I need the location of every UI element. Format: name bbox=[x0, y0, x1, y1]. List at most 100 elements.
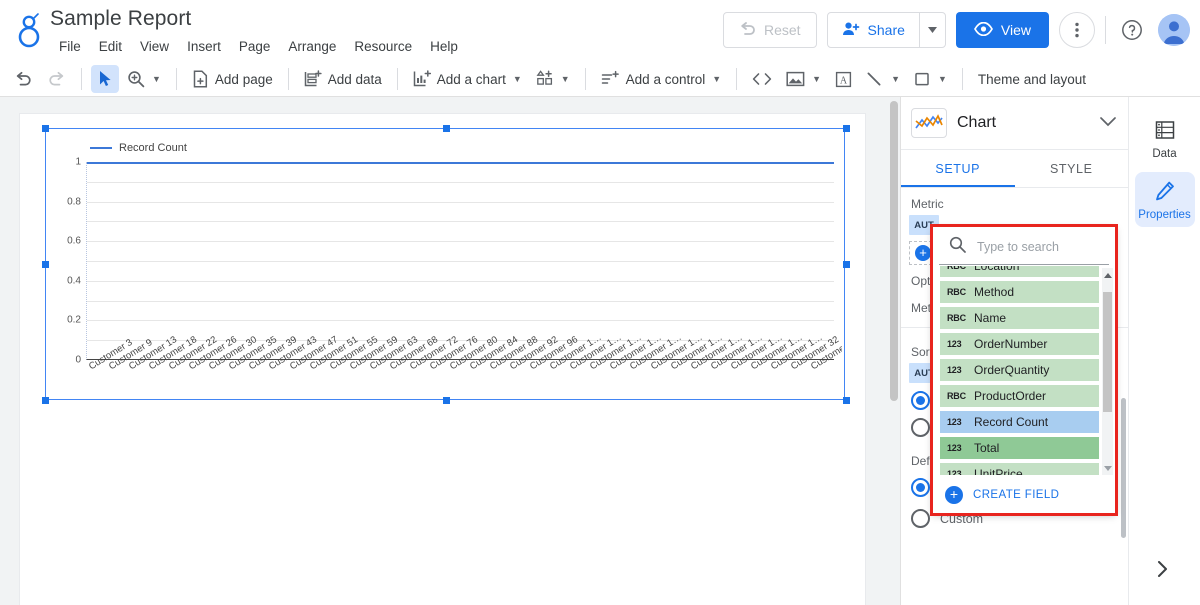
canvas-vertical-scrollbar[interactable] bbox=[888, 97, 900, 605]
add-chart-caret-icon[interactable]: ▼ bbox=[513, 74, 522, 84]
chevron-right-icon[interactable] bbox=[1157, 561, 1168, 581]
add-data-label: Add data bbox=[327, 71, 382, 87]
help-button[interactable] bbox=[1116, 14, 1148, 46]
tab-style[interactable]: STYLE bbox=[1015, 150, 1129, 187]
menu-resource[interactable]: Resource bbox=[347, 36, 419, 58]
community-viz-caret-icon[interactable]: ▼ bbox=[561, 74, 570, 84]
sort-radio-on-icon[interactable] bbox=[911, 391, 930, 410]
image-caret-icon[interactable]: ▼ bbox=[812, 74, 821, 84]
resize-handle-ne[interactable] bbox=[843, 125, 850, 132]
reset-button[interactable]: Reset bbox=[722, 12, 817, 48]
chart-series-record-count bbox=[87, 162, 834, 164]
view-button[interactable]: View bbox=[955, 12, 1049, 48]
sort-radio-off-icon[interactable] bbox=[911, 418, 930, 437]
header-divider bbox=[1105, 16, 1106, 44]
add-data-button[interactable]: Add data bbox=[298, 65, 388, 93]
resize-handle-w[interactable] bbox=[42, 261, 49, 268]
share-dropdown-caret[interactable] bbox=[918, 13, 945, 47]
zoom-tool-button[interactable]: ▼ bbox=[121, 65, 167, 93]
pencil-icon bbox=[1154, 180, 1176, 205]
add-control-caret-icon[interactable]: ▼ bbox=[712, 74, 721, 84]
select-tool-button[interactable] bbox=[91, 65, 119, 93]
svg-text:A: A bbox=[840, 75, 848, 86]
help-circle-icon bbox=[1122, 20, 1142, 40]
looker-studio-logo-icon[interactable] bbox=[12, 10, 46, 50]
rail-label-properties: Properties bbox=[1138, 209, 1191, 221]
rail-item-data[interactable]: Data bbox=[1135, 111, 1195, 166]
eye-icon bbox=[973, 21, 993, 39]
date-auto-radio-icon[interactable] bbox=[911, 478, 930, 497]
toolbar: ▼ Add page Add data Add a chart ▼ ▼ Add … bbox=[0, 62, 1200, 97]
add-chart-button[interactable]: Add a chart ▼ bbox=[407, 65, 528, 93]
panel-header: Chart bbox=[901, 97, 1128, 150]
tab-setup[interactable]: SETUP bbox=[901, 150, 1015, 187]
undo-arrow-icon bbox=[739, 21, 757, 39]
add-control-label: Add a control bbox=[625, 71, 706, 87]
menu-help[interactable]: Help bbox=[423, 36, 465, 58]
magnify-icon bbox=[128, 71, 145, 88]
menu-view[interactable]: View bbox=[133, 36, 176, 58]
share-button[interactable]: Share bbox=[826, 12, 946, 48]
redo-button[interactable] bbox=[41, 65, 72, 93]
add-line-button[interactable]: ▼ bbox=[860, 65, 906, 93]
zoom-caret-icon[interactable]: ▼ bbox=[152, 74, 161, 84]
app-header: Sample Report File Edit View Insert Page… bbox=[0, 0, 1200, 62]
add-data-icon bbox=[304, 70, 322, 87]
add-image-button[interactable]: ▼ bbox=[780, 65, 827, 93]
rail-item-properties[interactable]: Properties bbox=[1134, 172, 1195, 227]
chevron-down-icon[interactable] bbox=[1100, 114, 1116, 132]
line-caret-icon[interactable]: ▼ bbox=[891, 74, 900, 84]
undo-button[interactable] bbox=[8, 65, 39, 93]
menu-arrange[interactable]: Arrange bbox=[281, 36, 343, 58]
add-page-icon bbox=[193, 70, 207, 88]
resize-handle-sw[interactable] bbox=[42, 397, 49, 404]
menu-insert[interactable]: Insert bbox=[180, 36, 228, 58]
add-chart-icon bbox=[413, 70, 431, 87]
add-page-button[interactable]: Add page bbox=[186, 65, 279, 93]
date-custom-radio-icon[interactable] bbox=[911, 509, 930, 528]
resize-handle-e[interactable] bbox=[843, 261, 850, 268]
metric-section-label: Metric bbox=[911, 197, 944, 211]
report-title[interactable]: Sample Report bbox=[50, 5, 191, 33]
redo-icon bbox=[49, 71, 64, 85]
line-chart-icon[interactable] bbox=[911, 108, 947, 138]
canvas-scrollbar-thumb[interactable] bbox=[890, 101, 898, 401]
chart-plot-area: 1 0.8 0.6 0.4 0.2 0 bbox=[67, 157, 834, 366]
panel-title: Chart bbox=[957, 114, 997, 131]
embed-code-button[interactable] bbox=[746, 65, 778, 93]
theme-and-layout-button[interactable]: Theme and layout bbox=[972, 65, 1092, 93]
menu-file[interactable]: File bbox=[52, 36, 88, 58]
toolbar-divider-7 bbox=[961, 68, 963, 90]
view-label: View bbox=[1000, 22, 1031, 38]
more-options-button[interactable] bbox=[1059, 12, 1095, 48]
report-page[interactable]: Record Count 1 0.8 0.6 0.4 0.2 0 Custome… bbox=[20, 114, 865, 605]
resize-handle-se[interactable] bbox=[843, 397, 850, 404]
header-actions: Reset Share View bbox=[722, 10, 1190, 50]
avatar[interactable] bbox=[1158, 14, 1190, 46]
add-text-button[interactable]: A bbox=[829, 65, 858, 93]
add-control-icon bbox=[601, 70, 619, 84]
line-chart[interactable]: Record Count 1 0.8 0.6 0.4 0.2 0 Custome… bbox=[48, 131, 842, 397]
resize-handle-n[interactable] bbox=[443, 125, 450, 132]
add-control-button[interactable]: Add a control ▼ bbox=[595, 65, 727, 93]
panel-scrollbar-thumb[interactable] bbox=[1121, 398, 1126, 538]
report-canvas[interactable]: Record Count 1 0.8 0.6 0.4 0.2 0 Custome… bbox=[0, 97, 900, 605]
add-shape-button[interactable]: ▼ bbox=[908, 65, 953, 93]
resize-handle-nw[interactable] bbox=[42, 125, 49, 132]
menu-page[interactable]: Page bbox=[232, 36, 278, 58]
plus-circle-icon: + bbox=[915, 245, 931, 261]
y-tick-4: 0.8 bbox=[67, 196, 81, 208]
toolbar-divider-3 bbox=[287, 68, 289, 90]
share-main[interactable]: Share bbox=[828, 13, 919, 47]
y-tick-2: 0.4 bbox=[67, 275, 81, 287]
image-icon bbox=[786, 71, 805, 87]
resize-handle-s[interactable] bbox=[443, 397, 450, 404]
shape-caret-icon[interactable]: ▼ bbox=[938, 74, 947, 84]
theme-layout-label: Theme and layout bbox=[977, 71, 1086, 87]
looker-studio-app: Sample Report File Edit View Insert Page… bbox=[0, 0, 1200, 605]
toolbar-divider-5 bbox=[584, 68, 586, 90]
community-viz-button[interactable]: ▼ bbox=[530, 65, 576, 93]
chart-selection-frame[interactable]: Record Count 1 0.8 0.6 0.4 0.2 0 Custome… bbox=[42, 125, 850, 404]
menu-edit[interactable]: Edit bbox=[92, 36, 129, 58]
add-chart-label: Add a chart bbox=[436, 71, 506, 87]
